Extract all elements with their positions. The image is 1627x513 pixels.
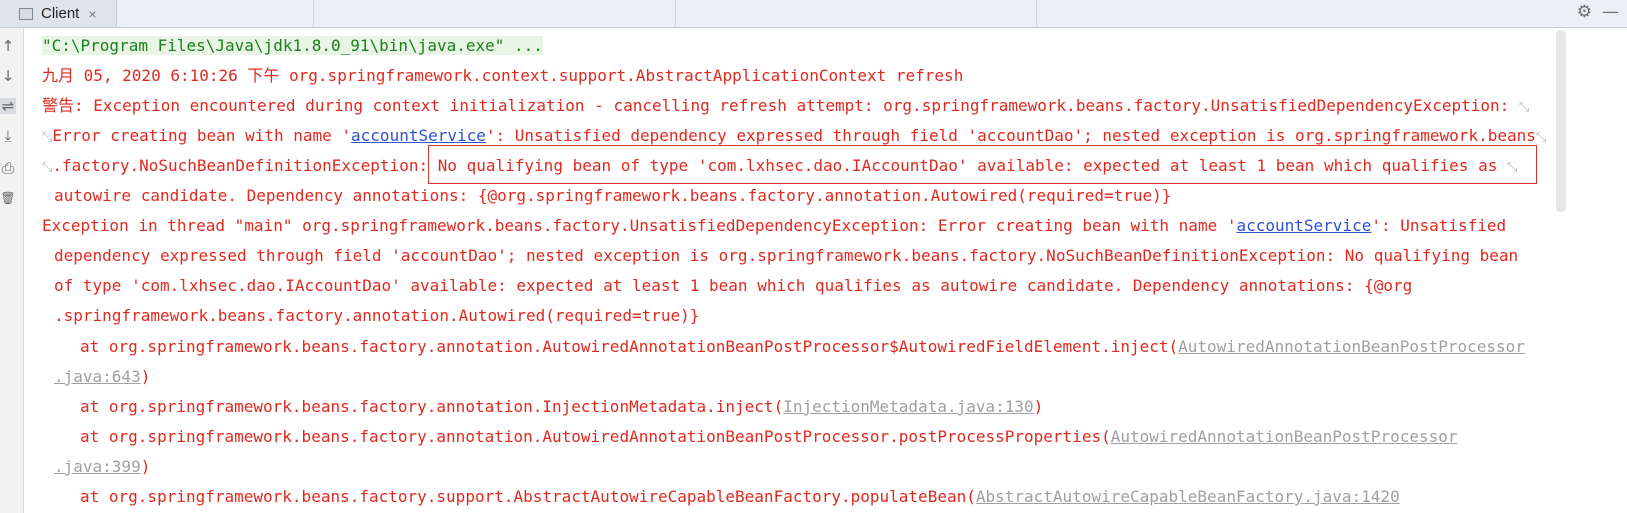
- frame-text: ): [140, 367, 151, 386]
- tab-divider: [675, 0, 676, 27]
- command-line: "C:\Program Files\Java\jdk1.8.0_91\bin\j…: [42, 36, 543, 56]
- log-text: ': Unsatisfied: [1371, 216, 1507, 235]
- tool-window-header: Client × ⚙ —: [0, 0, 1627, 28]
- java-command: "C:\Program Files\Java\jdk1.8.0_91\bin\j…: [42, 36, 543, 55]
- log-line: 九月 05, 2020 6:10:26 下午 org.springframewo…: [42, 66, 964, 85]
- log-line: .springframework.beans.factory.annotatio…: [54, 306, 700, 325]
- stack-frame: at org.springframework.beans.factory.ann…: [80, 427, 1458, 447]
- log-line: autowire candidate. Dependency annotatio…: [54, 186, 1172, 205]
- up-arrow-icon[interactable]: ↑: [0, 38, 16, 54]
- soft-wrap-icon: ⤡: [42, 160, 53, 175]
- tab-client[interactable]: Client ×: [0, 0, 117, 27]
- source-link[interactable]: .java:399: [54, 457, 141, 476]
- gear-icon[interactable]: ⚙: [1577, 2, 1592, 22]
- log-line: Exception in thread "main" org.springfra…: [42, 216, 1506, 236]
- frame-text: at org.springframework.beans.factory.sup…: [80, 487, 976, 506]
- soft-wrap-icon: ⤡: [42, 130, 53, 145]
- frame-text: ): [140, 457, 151, 476]
- log-line: ⤡.factory.NoSuchBeanDefinitionException:…: [42, 156, 1517, 178]
- source-link[interactable]: AutowiredAnnotationBeanPostProcessor: [1111, 427, 1458, 446]
- frame-text: ): [1033, 397, 1044, 416]
- header-actions: ⚙ —: [1577, 2, 1619, 22]
- stack-frame: .java:399): [54, 457, 150, 477]
- bean-link[interactable]: accountService: [1236, 216, 1371, 235]
- source-link[interactable]: InjectionMetadata.java:130: [783, 397, 1033, 416]
- close-icon[interactable]: ×: [88, 6, 96, 22]
- trash-icon[interactable]: 🗑: [0, 190, 16, 206]
- stack-frame: at org.springframework.beans.factory.sup…: [80, 487, 1400, 507]
- frame-text: at org.springframework.beans.factory.ann…: [80, 337, 1179, 356]
- log-text: .factory.NoSuchBeanDefinitionException:: [52, 156, 438, 175]
- vertical-scrollbar[interactable]: [1556, 28, 1627, 513]
- source-link[interactable]: AutowiredAnnotationBeanPostProcessor: [1178, 337, 1525, 356]
- log-line: dependency expressed through field 'acco…: [54, 246, 1519, 265]
- log-text: Error creating bean with name ': [52, 126, 352, 145]
- frame-text: at org.springframework.beans.factory.ann…: [80, 397, 784, 416]
- stack-frame: at org.springframework.beans.factory.ann…: [80, 397, 1043, 417]
- source-link[interactable]: AbstractAutowireCapableBeanFactory.java:…: [976, 487, 1400, 506]
- soft-wrap-icon: ⤡: [1535, 130, 1547, 145]
- highlighted-text: No qualifying bean of type 'com.lxhsec.d…: [437, 156, 1507, 175]
- log-text: ': Unsatisfied dependency expressed thro…: [485, 126, 1536, 145]
- bean-link[interactable]: accountService: [351, 126, 486, 145]
- tab-label: Client: [41, 5, 80, 22]
- console-icon: [19, 7, 33, 20]
- stack-frame: .java:643): [54, 367, 150, 387]
- log-text: Exception in thread "main" org.springfra…: [42, 216, 1237, 235]
- down-arrow-icon[interactable]: ↓: [0, 68, 16, 84]
- source-link[interactable]: .java:643: [54, 367, 141, 386]
- log-line: of type 'com.lxhsec.dao.IAccountDao' ava…: [54, 276, 1413, 295]
- console-toolbar: ↑ ↓ ⇌ ⤓ ⎙ 🗑: [0, 28, 24, 513]
- soft-wrap-icon: ⤡: [1506, 160, 1518, 175]
- stack-frame: at org.springframework.beans.factory.ann…: [80, 337, 1525, 357]
- console-output[interactable]: "C:\Program Files\Java\jdk1.8.0_91\bin\j…: [24, 28, 1554, 513]
- tab-divider: [313, 0, 314, 27]
- log-line: 警告: Exception encountered during context…: [42, 96, 1529, 118]
- log-line: ⤡Error creating bean with name 'accountS…: [42, 126, 1546, 148]
- frame-text: at org.springframework.beans.factory.ann…: [80, 427, 1111, 446]
- soft-wrap-icon: ⤡: [1518, 100, 1530, 115]
- print-icon[interactable]: ⎙: [0, 160, 16, 176]
- scrollbar-thumb[interactable]: [1556, 30, 1566, 212]
- soft-wrap-icon[interactable]: ⇌: [0, 98, 16, 114]
- scroll-to-end-icon[interactable]: ⤓: [0, 128, 16, 144]
- minimize-icon[interactable]: —: [1602, 2, 1619, 22]
- tab-divider: [1036, 0, 1037, 27]
- warning-text: 警告: Exception encountered during context…: [42, 96, 1519, 115]
